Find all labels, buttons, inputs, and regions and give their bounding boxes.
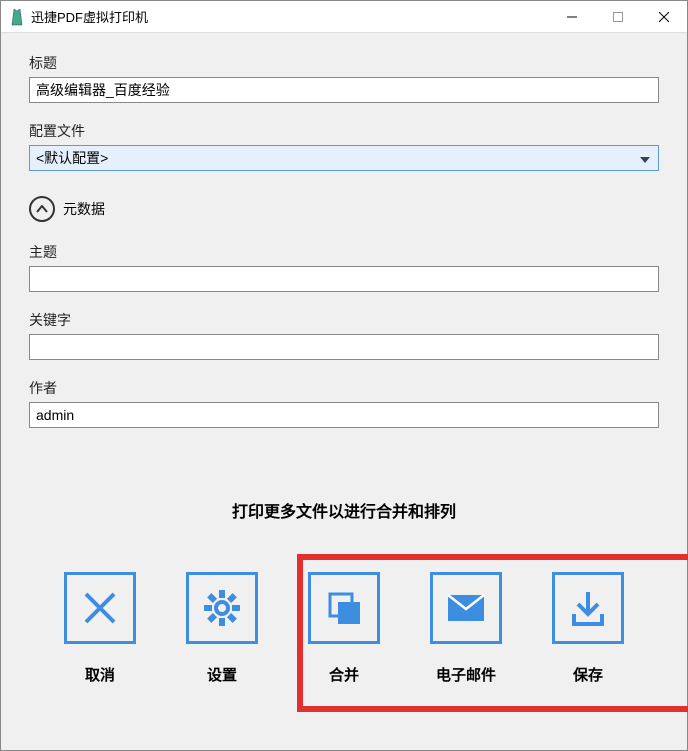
- cancel-label: 取消: [85, 664, 115, 685]
- title-input[interactable]: [29, 77, 659, 103]
- title-field: 标题: [29, 53, 659, 103]
- x-icon: [64, 572, 136, 644]
- gear-icon: [186, 572, 258, 644]
- close-button[interactable]: [641, 1, 687, 32]
- metadata-header: 元数据: [63, 199, 105, 219]
- minimize-button[interactable]: [549, 1, 595, 32]
- keywords-field: 关键字: [29, 310, 659, 360]
- metadata-toggle[interactable]: 元数据: [29, 196, 659, 222]
- subject-input[interactable]: [29, 266, 659, 292]
- subject-label: 主题: [29, 242, 659, 262]
- keywords-label: 关键字: [29, 310, 659, 330]
- subject-field: 主题: [29, 242, 659, 292]
- action-buttons-row: 取消 设置: [29, 572, 659, 715]
- title-label: 标题: [29, 53, 659, 73]
- chevron-up-icon: [29, 196, 55, 222]
- window-controls: [549, 1, 687, 32]
- email-label: 电子邮件: [436, 664, 496, 685]
- author-label: 作者: [29, 378, 659, 398]
- merge-label: 合并: [329, 664, 359, 685]
- email-icon: [430, 572, 502, 644]
- merge-button[interactable]: 合并: [294, 572, 394, 685]
- cancel-button[interactable]: 取消: [50, 572, 150, 685]
- author-field: 作者: [29, 378, 659, 428]
- app-window: 迅捷PDF虚拟打印机 标题 配置文件 <默认配置>: [0, 0, 688, 751]
- config-field: 配置文件 <默认配置>: [29, 121, 659, 171]
- copy-icon: [308, 572, 380, 644]
- maximize-button[interactable]: [595, 1, 641, 32]
- config-select[interactable]: <默认配置>: [29, 145, 659, 171]
- window-title: 迅捷PDF虚拟打印机: [31, 7, 549, 26]
- email-button[interactable]: 电子邮件: [416, 572, 516, 685]
- download-icon: [552, 572, 624, 644]
- keywords-input[interactable]: [29, 334, 659, 360]
- save-button[interactable]: 保存: [538, 572, 638, 685]
- instruction-text: 打印更多文件以进行合并和排列: [29, 498, 659, 522]
- app-icon: [9, 7, 25, 27]
- chevron-down-icon: [640, 150, 650, 166]
- content-area: 标题 配置文件 <默认配置> 元数据 主题 关键字: [1, 33, 687, 715]
- author-input[interactable]: [29, 402, 659, 428]
- config-label: 配置文件: [29, 121, 659, 141]
- settings-button[interactable]: 设置: [172, 572, 272, 685]
- settings-label: 设置: [207, 664, 237, 685]
- titlebar: 迅捷PDF虚拟打印机: [1, 1, 687, 33]
- config-selected-value: <默认配置>: [36, 148, 108, 168]
- save-label: 保存: [573, 664, 603, 685]
